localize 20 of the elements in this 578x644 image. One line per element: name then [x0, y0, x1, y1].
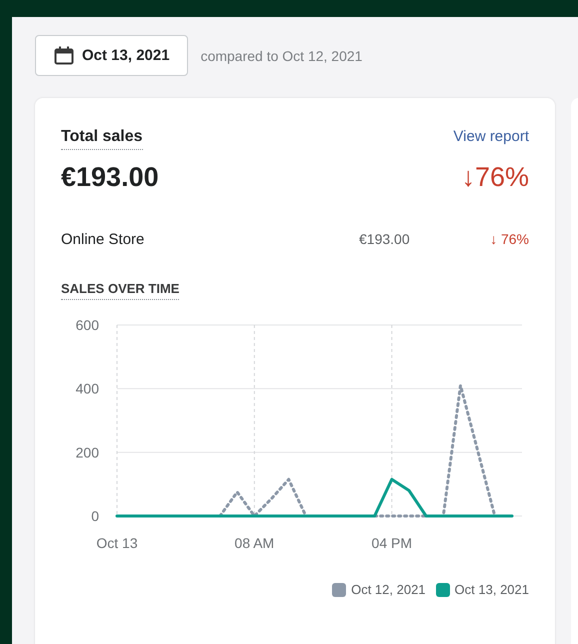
y-axis-label: 200	[76, 444, 99, 460]
channel-change: ↓ 76%	[489, 231, 529, 247]
channel-name: Online Store	[61, 231, 146, 248]
total-amount: €193.00	[61, 162, 159, 193]
calendar-icon	[54, 46, 74, 65]
legend-label: Oct 12, 2021	[351, 582, 426, 597]
x-axis-label: 04 PM	[372, 535, 412, 551]
channel-amount: €193.00	[359, 231, 411, 247]
legend-label: Oct 13, 2021	[454, 582, 529, 597]
y-axis-label: 600	[76, 317, 99, 333]
x-axis-label: Oct 13	[96, 535, 138, 551]
date-picker-button[interactable]: Oct 13, 2021	[35, 35, 188, 76]
change-percent: ↓76%	[461, 162, 529, 193]
x-axis-label: 08 AM	[234, 535, 274, 551]
y-axis-label: 0	[91, 508, 99, 524]
chart-title: SALES OVER TIME	[61, 281, 180, 300]
card-title: Total sales	[61, 128, 143, 150]
comparison-text: compared to Oct 12, 2021	[200, 48, 362, 64]
y-axis-label: 400	[76, 380, 99, 397]
view-report-link[interactable]: View report	[453, 128, 529, 145]
